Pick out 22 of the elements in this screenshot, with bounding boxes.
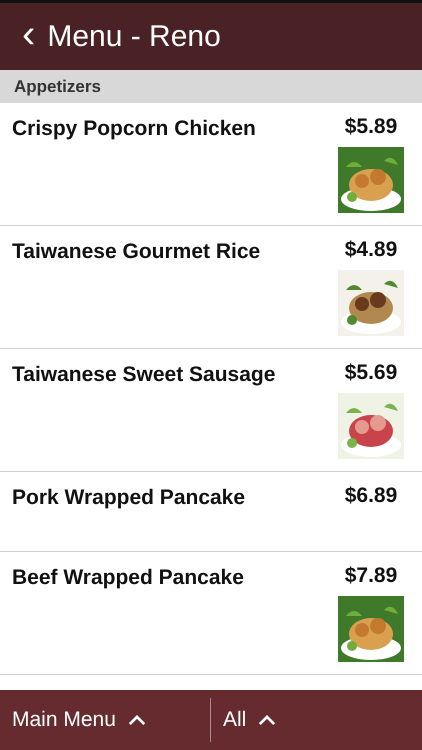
filter-button[interactable]: All	[211, 690, 288, 750]
item-name: Pork Wrapped Pancake	[12, 486, 246, 511]
filter-button[interactable]: Main Menu	[0, 690, 210, 750]
menu-item[interactable]: Beef Wrapped Pancake $7.89	[0, 552, 422, 675]
item-price: $7.89	[344, 564, 398, 588]
item-name: Crispy Popcorn Chicken	[12, 117, 256, 142]
menu-item[interactable]: Taiwanese Gourmet Rice $4.89	[0, 226, 422, 349]
section-title: Appetizers	[14, 76, 101, 96]
item-price: $5.69	[344, 361, 398, 385]
chevron-up-icon	[128, 714, 146, 726]
item-price: $6.89	[344, 484, 398, 508]
back-button[interactable]: ‹	[18, 14, 40, 60]
chevron-up-icon	[258, 714, 276, 726]
item-name: Taiwanese Gourmet Rice	[12, 240, 260, 265]
menu-item[interactable]: Taiwanese Sweet Sausage $5.69	[0, 349, 422, 472]
item-price: $5.89	[344, 115, 398, 139]
item-name: Beef Wrapped Pancake	[12, 566, 244, 591]
menu-item[interactable]: Pork Wrapped Pancake $6.89	[0, 472, 422, 552]
item-price: $4.89	[344, 238, 398, 262]
menu-item[interactable]: Crispy Popcorn Chicken $5.89	[0, 103, 422, 226]
item-name: Taiwanese Sweet Sausage	[12, 363, 276, 388]
page-title: Menu - Reno	[47, 20, 221, 54]
